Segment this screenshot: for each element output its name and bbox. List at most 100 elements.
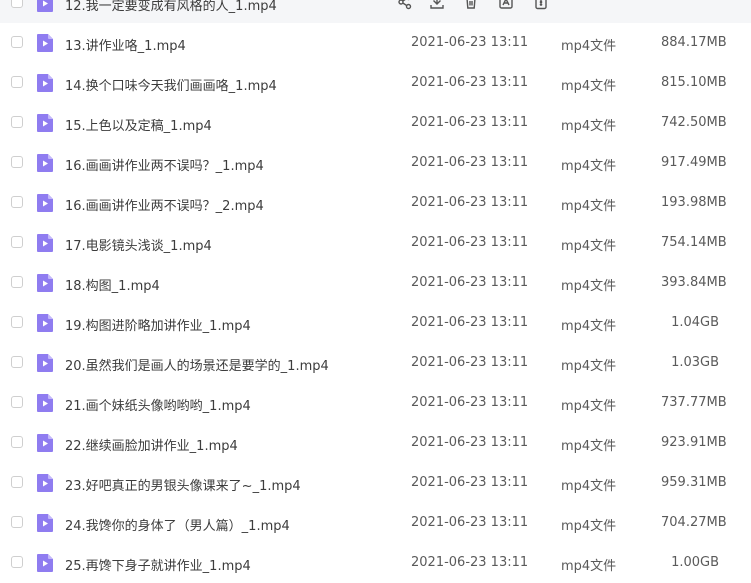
video-file-icon [37,274,53,292]
row-checkbox[interactable] [11,516,23,528]
video-file-icon [37,234,53,252]
file-type: mp4文件 [561,195,616,214]
video-file-icon [37,514,53,532]
row-checkbox[interactable] [11,236,23,248]
file-row[interactable]: 22.继续画脸加讲作业_1.mp4 2021-06-23 13:11 mp4文件 92… [0,423,751,463]
row-checkbox[interactable] [11,0,23,8]
file-row[interactable]: 23.好吧真正的男银头像课来了~_1.mp42021-06-23 13:11mp… [0,463,751,503]
video-file-icon [37,474,53,492]
video-file-icon [37,114,53,132]
file-size: 193.98MB [661,195,719,210]
file-row[interactable]: 13.讲作业咯_1.mp4 2021-06-23 13:11 mp4文件 884.17… [0,23,751,63]
file-name[interactable]: 12.我一定要变成有风格的人_1.mp4 [65,0,277,14]
file-size: 737.77MB [661,395,719,410]
file-name[interactable]: 14.换个口味今天我们画画咯_1.mp4 [65,75,277,94]
file-name[interactable]: 21.画个妹纸头像哟哟哟_1.mp4 [65,395,251,414]
file-name[interactable]: 15.上色以及定稿_1.mp4 [65,115,212,134]
file-name[interactable]: 13.讲作业咯_1.mp4 [65,35,186,54]
modified-date: 2021-06-23 13:11 [411,75,528,90]
file-size: 1.03GB [661,355,719,370]
file-name[interactable]: 16.画画讲作业两不误吗？_1.mp4 [65,155,264,174]
delete-icon[interactable] [462,0,480,11]
video-file-icon [37,0,53,12]
video-file-icon [37,74,53,92]
file-row[interactable]: 16.画画讲作业两不误吗？_1.mp42021-06-23 13:11mp4文件… [0,143,751,183]
file-type: mp4文件 [561,235,616,254]
row-checkbox[interactable] [11,356,23,368]
video-file-icon [37,554,53,572]
file-name[interactable]: 20.虽然我们是画人的场景还是要学的_1.mp4 [65,355,329,374]
file-list: 12.我一定要变成有风格的人_1.mp4 13.讲作业咯_1.mp4 2021-06… [0,0,751,583]
video-file-icon [37,394,53,412]
row-checkbox[interactable] [11,556,23,568]
modified-date: 2021-06-23 13:11 [411,235,528,250]
file-row[interactable]: 18.构图_1.mp4 2021-06-23 13:11 mp4文件 393.84MB [0,263,751,303]
file-name[interactable]: 18.构图_1.mp4 [65,275,160,294]
file-name[interactable]: 17.电影镜头浅谈_1.mp4 [65,235,212,254]
file-row[interactable]: 19.构图进阶略加讲作业_1.mp4 2021-06-23 13:11 mp4文件 1… [0,303,751,343]
row-checkbox[interactable] [11,436,23,448]
video-file-icon [37,434,53,452]
row-checkbox[interactable] [11,396,23,408]
file-row[interactable]: 24.我馋你的身体了（男人篇）_1.mp4 2021-06-23 13:11 mp4… [0,503,751,543]
file-type: mp4文件 [561,475,616,494]
file-name[interactable]: 19.构图进阶略加讲作业_1.mp4 [65,315,251,334]
modified-date: 2021-06-23 13:11 [411,275,528,290]
file-row[interactable]: 20.虽然我们是画人的场景还是要学的_1.mp4 2021-06-23 13:11… [0,343,751,383]
file-row[interactable]: 15.上色以及定稿_1.mp42021-06-23 13:11mp4文件742.… [0,103,751,143]
rename-icon[interactable] [497,0,515,11]
row-checkbox[interactable] [11,476,23,488]
modified-date: 2021-06-23 13:11 [411,35,528,50]
file-row[interactable]: 21.画个妹纸头像哟哟哟_1.mp42021-06-23 13:11mp4文件7… [0,383,751,423]
file-name[interactable]: 25.再馋下身子就讲作业_1.mp4 [65,555,251,574]
row-checkbox[interactable] [11,116,23,128]
file-row[interactable]: 12.我一定要变成有风格的人_1.mp4 [0,0,751,23]
video-file-icon [37,154,53,172]
row-checkbox[interactable] [11,276,23,288]
file-size: 1.04GB [661,315,719,330]
file-row[interactable]: 17.电影镜头浅谈_1.mp42021-06-23 13:11mp4文件754.… [0,223,751,263]
video-file-icon [37,314,53,332]
file-row[interactable]: 14.换个口味今天我们画画咯_1.mp4 2021-06-23 13:11 mp4文… [0,63,751,103]
file-type: mp4文件 [561,435,616,454]
modified-date: 2021-06-23 13:11 [411,195,528,210]
modified-date: 2021-06-23 13:11 [411,555,528,570]
row-checkbox[interactable] [11,156,23,168]
file-row[interactable]: 16.画画讲作业两不误吗？_2.mp4 2021-06-23 13:11 mp4文件… [0,183,751,223]
download-icon[interactable] [428,0,446,11]
file-name[interactable]: 24.我馋你的身体了（男人篇）_1.mp4 [65,515,290,534]
modified-date: 2021-06-23 13:11 [411,115,528,130]
file-size: 923.91MB [661,435,719,450]
file-name[interactable]: 16.画画讲作业两不误吗？_2.mp4 [65,195,264,214]
file-name[interactable]: 22.继续画脸加讲作业_1.mp4 [65,435,238,454]
file-type: mp4文件 [561,35,616,54]
file-type: mp4文件 [561,275,616,294]
row-checkbox[interactable] [11,76,23,88]
video-file-icon [37,194,53,212]
file-size: 815.10MB [661,75,719,90]
file-type: mp4文件 [561,75,616,94]
file-size: 884.17MB [661,35,719,50]
file-size: 917.49MB [661,155,719,170]
file-size: 704.27MB [661,515,719,530]
file-size: 393.84MB [661,275,719,290]
file-type: mp4文件 [561,515,616,534]
modified-date: 2021-06-23 13:11 [411,315,528,330]
row-checkbox[interactable] [11,196,23,208]
file-row[interactable]: 25.再馋下身子就讲作业_1.mp42021-06-23 13:11mp4文件1… [0,543,751,583]
video-file-icon [37,354,53,372]
share-icon[interactable] [396,0,414,11]
file-type: mp4文件 [561,115,616,134]
more-icon[interactable] [532,0,550,11]
file-size: 959.31MB [661,475,719,490]
file-type: mp4文件 [561,555,616,574]
modified-date: 2021-06-23 13:11 [411,515,528,530]
file-name[interactable]: 23.好吧真正的男银头像课来了~_1.mp4 [65,475,301,494]
modified-date: 2021-06-23 13:11 [411,435,528,450]
modified-date: 2021-06-23 13:11 [411,155,528,170]
modified-date: 2021-06-23 13:11 [411,395,528,410]
file-type: mp4文件 [561,315,616,334]
row-checkbox[interactable] [11,316,23,328]
row-checkbox[interactable] [11,36,23,48]
modified-date: 2021-06-23 13:11 [411,355,528,370]
